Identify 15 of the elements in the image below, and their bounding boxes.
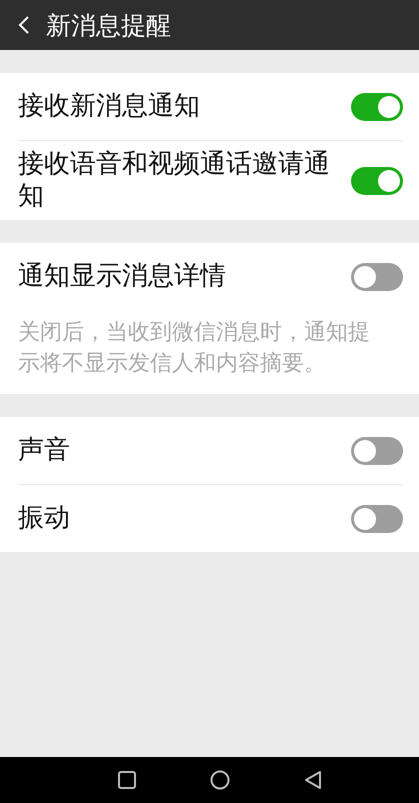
toggle-switch[interactable]: [351, 436, 403, 465]
setting-label: 接收语音和视频通话邀请通知: [18, 149, 331, 212]
home-icon[interactable]: [210, 770, 230, 790]
setting-label: 声音: [18, 434, 71, 466]
toggle-switch[interactable]: [351, 92, 403, 120]
toggle-switch[interactable]: [351, 262, 403, 291]
setting-label: 振动: [18, 502, 71, 534]
setting-label: 通知显示消息详情: [18, 261, 227, 293]
setting-description: 关闭后，当收到微信消息时，通知提示将不显示发信人和内容摘要。: [18, 319, 371, 378]
setting-label: 接收新消息通知: [18, 90, 201, 122]
back-icon[interactable]: [304, 770, 322, 790]
recent-apps-icon[interactable]: [118, 771, 136, 789]
toggle-switch[interactable]: [351, 166, 403, 195]
screen-title: 新消息提醒: [46, 10, 171, 42]
toggle-switch[interactable]: [351, 504, 403, 533]
